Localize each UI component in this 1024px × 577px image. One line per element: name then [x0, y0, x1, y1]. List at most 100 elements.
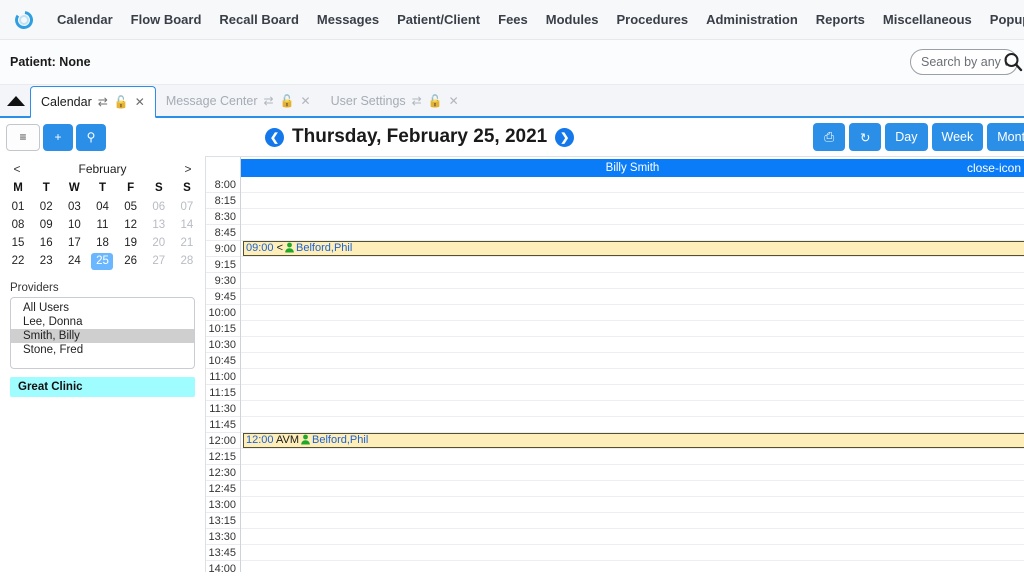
day-cell[interactable]: 18: [91, 235, 113, 252]
close-icon[interactable]: close-icon: [967, 159, 1021, 177]
close-icon[interactable]: ✕: [135, 96, 145, 108]
day-cell[interactable]: 04: [91, 199, 113, 216]
nav-item-fees[interactable]: Fees: [489, 0, 537, 40]
day-cell[interactable]: 10: [63, 217, 85, 234]
day-cell[interactable]: 14: [176, 217, 198, 234]
providers-listbox[interactable]: All Users Lee, Donna Smith, Billy Stone,…: [10, 297, 195, 369]
schedule-slots[interactable]: 09:00 < Belford,Phil 12:00 AVM Belford,Phil: [241, 177, 1024, 572]
day-cell[interactable]: 26: [120, 253, 142, 270]
day-cell[interactable]: 01: [7, 199, 29, 216]
day-cell[interactable]: 08: [7, 217, 29, 234]
schedule-slot[interactable]: [241, 529, 1024, 545]
nav-item-reports[interactable]: Reports: [807, 0, 874, 40]
schedule-slot[interactable]: [241, 305, 1024, 321]
schedule-slot[interactable]: [241, 193, 1024, 209]
day-cell[interactable]: 20: [148, 235, 170, 252]
schedule-slot[interactable]: [241, 321, 1024, 337]
nav-item-modules[interactable]: Modules: [537, 0, 608, 40]
day-cell[interactable]: 09: [35, 217, 57, 234]
provider-item-all-users[interactable]: All Users: [11, 301, 194, 315]
provider-column-header[interactable]: Billy Smith close-icon: [241, 159, 1024, 177]
schedule-slot[interactable]: [241, 337, 1024, 353]
day-cell[interactable]: 25: [91, 252, 114, 270]
schedule-slot[interactable]: [241, 385, 1024, 401]
day-cell[interactable]: 19: [120, 235, 142, 252]
schedule-slot[interactable]: [241, 449, 1024, 465]
day-cell[interactable]: 03: [63, 199, 85, 216]
nav-item-procedures[interactable]: Procedures: [608, 0, 698, 40]
next-day-button[interactable]: ❯: [555, 127, 575, 147]
day-cell[interactable]: 11: [91, 217, 113, 234]
view-week-button[interactable]: Week: [931, 123, 984, 151]
tab-calendar[interactable]: Calendar ⇄ 🔓 ✕: [30, 86, 156, 118]
schedule-slot[interactable]: [241, 353, 1024, 369]
day-cell[interactable]: 24: [63, 253, 85, 270]
nav-item-flow-board[interactable]: Flow Board: [122, 0, 211, 40]
lock-open-icon[interactable]: 🔓: [280, 95, 295, 107]
schedule-slot[interactable]: [241, 465, 1024, 481]
provider-item-stone-fred[interactable]: Stone, Fred: [11, 343, 194, 357]
triangle-up-icon[interactable]: [2, 85, 30, 116]
schedule-slot[interactable]: [241, 561, 1024, 572]
schedule-slot[interactable]: [241, 369, 1024, 385]
lock-open-icon[interactable]: 🔓: [114, 96, 129, 108]
tab-user-settings[interactable]: User Settings ⇄ 🔓 ✕: [321, 85, 469, 116]
schedule-slot[interactable]: [241, 273, 1024, 289]
schedule-slot[interactable]: [241, 497, 1024, 513]
day-cell[interactable]: 27: [148, 253, 170, 270]
schedule-slot[interactable]: [241, 225, 1024, 241]
nav-item-popups[interactable]: Popups: [981, 0, 1024, 40]
day-cell[interactable]: 06: [148, 199, 170, 216]
view-day-button[interactable]: Day: [885, 123, 928, 151]
nav-item-administration[interactable]: Administration: [697, 0, 807, 40]
schedule-slot[interactable]: [241, 177, 1024, 193]
tab-message-center[interactable]: Message Center ⇄ 🔓 ✕: [156, 85, 321, 116]
mini-calendar-next-button[interactable]: >: [181, 162, 195, 176]
nav-item-recall-board[interactable]: Recall Board: [210, 0, 307, 40]
search-icon[interactable]: [1002, 51, 1024, 73]
appointment-block[interactable]: 12:00 AVM Belford,Phil: [243, 433, 1024, 448]
schedule-slot[interactable]: [241, 289, 1024, 305]
nav-item-messages[interactable]: Messages: [308, 0, 388, 40]
day-cell[interactable]: 15: [7, 235, 29, 252]
refresh-icon[interactable]: ⇄: [412, 95, 422, 107]
day-cell[interactable]: 28: [176, 253, 198, 270]
day-cell[interactable]: 07: [176, 199, 198, 216]
day-cell[interactable]: 21: [176, 235, 198, 252]
day-cell[interactable]: 13: [148, 217, 170, 234]
refresh-icon[interactable]: ⇄: [264, 95, 274, 107]
nav-item-calendar[interactable]: Calendar: [48, 0, 122, 40]
day-cell[interactable]: 16: [35, 235, 57, 252]
lock-open-icon[interactable]: 🔓: [428, 95, 443, 107]
schedule-slot[interactable]: [241, 481, 1024, 497]
schedule-slot[interactable]: [241, 417, 1024, 433]
schedule-slot[interactable]: [241, 257, 1024, 273]
view-month-button[interactable]: Month: [987, 123, 1024, 151]
day-cell[interactable]: 12: [120, 217, 142, 234]
menu-button[interactable]: ≡: [6, 123, 40, 151]
nav-item-miscellaneous[interactable]: Miscellaneous: [874, 0, 981, 40]
provider-item-lee-donna[interactable]: Lee, Donna: [11, 315, 194, 329]
clinic-selector[interactable]: Great Clinic: [10, 377, 195, 397]
refresh-icon[interactable]: ⇄: [98, 96, 108, 108]
schedule-slot[interactable]: [241, 209, 1024, 225]
day-cell[interactable]: 02: [35, 199, 57, 216]
close-icon[interactable]: ✕: [301, 95, 311, 107]
close-icon[interactable]: ✕: [449, 95, 459, 107]
schedule-slot[interactable]: [241, 545, 1024, 561]
day-cell[interactable]: 22: [7, 253, 29, 270]
add-event-button[interactable]: +: [43, 123, 73, 151]
refresh-button[interactable]: ↻: [849, 123, 882, 151]
schedule-slot[interactable]: [241, 513, 1024, 529]
previous-day-button[interactable]: ❮: [265, 127, 284, 147]
schedule-slot[interactable]: [241, 401, 1024, 417]
print-button[interactable]: ⎙: [813, 123, 846, 151]
mini-calendar-prev-button[interactable]: <: [10, 162, 24, 176]
day-cell[interactable]: 05: [120, 199, 142, 216]
appointment-block[interactable]: 09:00 < Belford,Phil: [243, 241, 1024, 256]
day-cell[interactable]: 17: [63, 235, 85, 252]
day-cell[interactable]: 23: [35, 253, 57, 270]
nav-item-patient-client[interactable]: Patient/Client: [388, 0, 489, 40]
search-button[interactable]: ⚲: [76, 123, 106, 151]
provider-item-smith-billy[interactable]: Smith, Billy: [11, 329, 194, 343]
